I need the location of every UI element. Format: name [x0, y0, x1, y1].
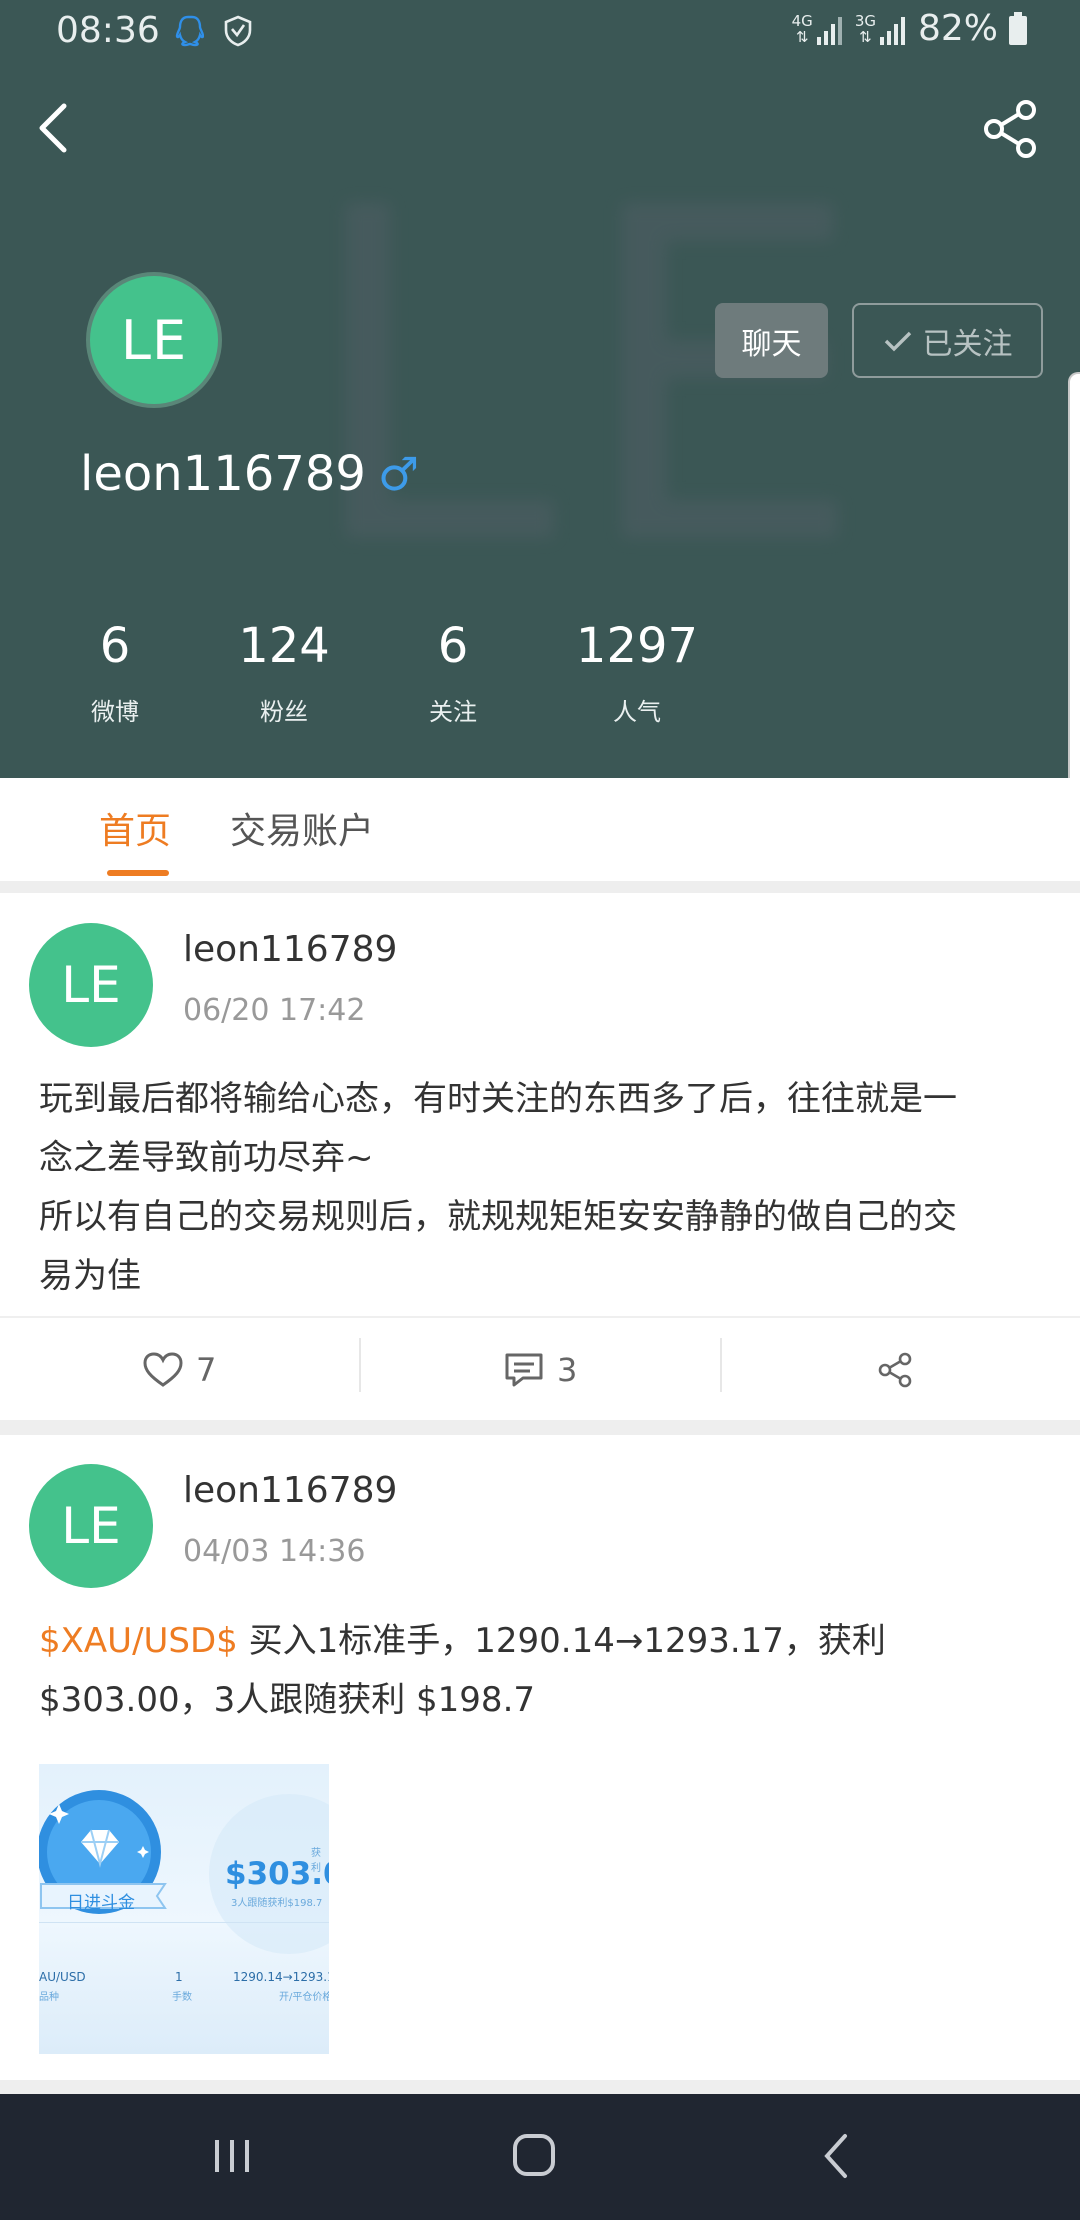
share-button[interactable] — [980, 98, 1042, 160]
share-icon — [878, 1352, 912, 1388]
lots-label: 手数 — [172, 1992, 192, 2003]
post-body: 玩到最后都将输给心态，有时关注的东西多了后，往往就是一 念之差导致前功尽弃~ 所… — [39, 1070, 1049, 1306]
post-line: 买入1标准手，1290.14→1293.17，获利 — [237, 1621, 886, 1661]
stat-value: 1297 — [575, 618, 699, 674]
profile-header: LE 08:36 4G ⇅ 3G ⇅ 82% LE 聊天 已关注 leon116… — [0, 0, 1080, 778]
tab-trading-account[interactable]: 交易账户 — [230, 802, 374, 854]
profit-value: $303.00 — [225, 1856, 329, 1892]
stat-label: 粉丝 — [260, 698, 308, 726]
system-back-button[interactable] — [793, 2116, 883, 2196]
profile-username-row: leon116789 ♂ — [80, 446, 419, 502]
status-right-group: 4G ⇅ 3G ⇅ 82% — [792, 8, 1028, 49]
stat-following[interactable]: 6 关注 — [373, 614, 533, 727]
signal-icon — [816, 16, 842, 45]
recent-apps-button[interactable] — [187, 2116, 277, 2196]
like-count: 7 — [196, 1351, 217, 1389]
price-range: 1290.14→1293.1 — [233, 1970, 329, 1984]
chat-button-label: 聊天 — [741, 326, 802, 362]
following-button-label: 已关注 — [922, 326, 1013, 362]
price-label: 开/平仓价格 — [279, 1992, 329, 2003]
stat-label: 微博 — [91, 698, 139, 726]
trade-result-image[interactable]: 日进斗金 获利 $303.00 3人跟随获利$198.7 AU/USD 品种 1… — [39, 1764, 329, 2054]
post-timestamp: 04/03 14:36 — [183, 1534, 366, 1569]
qq-icon — [175, 15, 204, 47]
post-avatar[interactable]: LE — [29, 923, 153, 1047]
status-bar: 08:36 4G ⇅ 3G ⇅ 82% — [0, 0, 1080, 64]
battery-percent: 82% — [917, 8, 998, 49]
male-gender-icon: ♂ — [377, 447, 420, 501]
symbol-label: 品种 — [39, 1992, 59, 2003]
post-line: 念之差导致前功尽弃~ — [39, 1138, 374, 1178]
stat-label: 人气 — [613, 698, 661, 726]
network-3g-label: 3G — [854, 11, 876, 30]
ticker-link[interactable]: $XAU/USD$ — [39, 1621, 238, 1661]
badge-text: 日进斗金 — [67, 1893, 135, 1913]
lots-value: 1 — [175, 1970, 183, 1984]
check-icon — [884, 331, 911, 351]
post-username[interactable]: leon116789 — [183, 929, 397, 970]
background-watermark: LE — [300, 112, 887, 647]
back-button[interactable] — [28, 92, 84, 164]
post-username[interactable]: leon116789 — [183, 1470, 397, 1511]
following-button[interactable]: 已关注 — [852, 303, 1043, 378]
shield-icon — [224, 15, 252, 47]
stat-posts[interactable]: 6 微博 — [35, 614, 195, 727]
comment-count: 3 — [557, 1351, 578, 1389]
stat-fans[interactable]: 124 粉丝 — [204, 614, 364, 727]
profile-username: leon116789 — [80, 446, 366, 502]
active-tab-indicator — [107, 870, 169, 876]
post-line: 所以有自己的交易规则后，就规规矩矩安安静静的做自己的交 — [39, 1197, 957, 1237]
network-4g-label: 4G — [791, 11, 813, 30]
edge-panel-handle[interactable] — [1068, 372, 1080, 792]
network-3g-indicator: 3G ⇅ — [855, 13, 908, 45]
network-4g-indicator: 4G ⇅ — [792, 13, 845, 45]
stat-label: 关注 — [429, 698, 477, 726]
post-timestamp: 06/20 17:42 — [183, 993, 366, 1028]
stat-value: 6 — [437, 618, 469, 674]
heart-icon — [143, 1352, 183, 1387]
post-line: $303.00，3人跟随获利 $198.7 — [39, 1680, 536, 1720]
battery-icon — [1009, 11, 1027, 45]
stat-popularity[interactable]: 1297 人气 — [557, 614, 717, 727]
stat-value: 124 — [238, 618, 330, 674]
signal-icon — [879, 16, 905, 45]
symbol-value: AU/USD — [39, 1970, 86, 1984]
home-button[interactable] — [489, 2116, 579, 2196]
post-line: 玩到最后都将输给心态，有时关注的东西多了后，往往就是一 — [39, 1079, 957, 1119]
comment-button[interactable]: 3 — [503, 1318, 577, 1422]
system-nav-bar — [0, 2094, 1080, 2220]
like-button[interactable]: 7 — [142, 1318, 216, 1422]
post-line: 易为佳 — [39, 1256, 141, 1296]
post-action-bar: 7 3 — [0, 1316, 1080, 1420]
post-body: $XAU/USD$ 买入1标准手，1290.14→1293.17，获利 $303… — [39, 1612, 1049, 1730]
post-share-button[interactable] — [876, 1318, 914, 1422]
profile-tabs: 首页 交易账户 — [0, 778, 1080, 881]
divider — [359, 1338, 361, 1392]
followers-profit: 3人跟随获利$198.7 — [231, 1898, 323, 1909]
chat-button[interactable]: 聊天 — [715, 303, 828, 378]
comment-icon — [505, 1353, 543, 1387]
status-time: 08:36 — [56, 10, 160, 51]
tab-home[interactable]: 首页 — [99, 802, 171, 854]
profile-avatar[interactable]: LE — [86, 272, 222, 408]
post-avatar[interactable]: LE — [29, 1464, 153, 1588]
divider — [720, 1338, 722, 1392]
stat-value: 6 — [99, 618, 131, 674]
